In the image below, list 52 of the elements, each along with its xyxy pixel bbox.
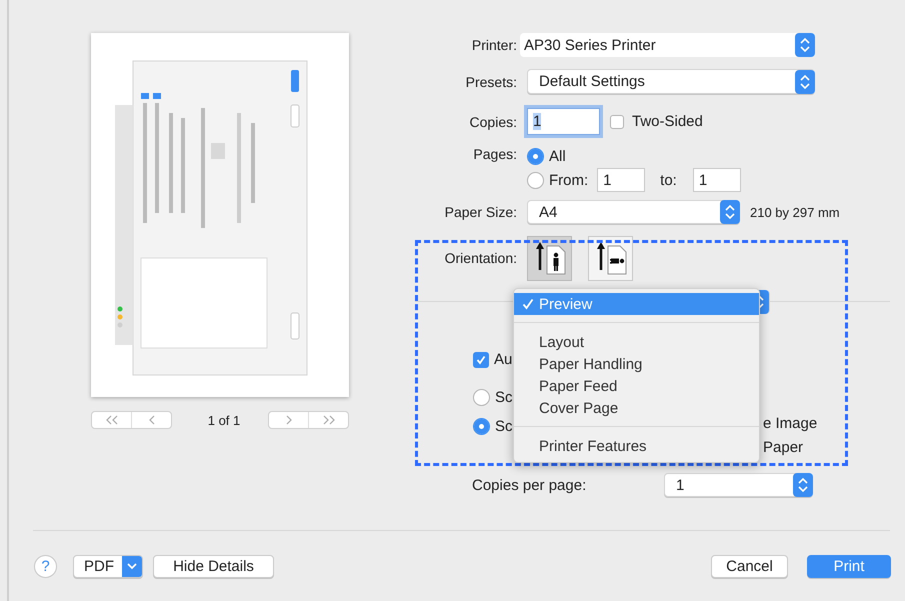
- stepper-arrows-icon: [795, 70, 815, 94]
- stepper-arrows-icon: [795, 33, 815, 57]
- checkmark-icon: [522, 298, 534, 310]
- radio-label: Sc: [495, 418, 513, 435]
- menu-item[interactable]: Layout: [514, 331, 759, 353]
- copies-per-page-popup[interactable]: 1: [664, 473, 813, 497]
- radio-button[interactable]: [527, 148, 544, 164]
- field-label: Pages:: [472, 146, 517, 162]
- checkbox-label: Two-Sided: [632, 113, 703, 130]
- menu-item[interactable]: Printer Features: [514, 435, 759, 457]
- field-label: Paper Size:: [444, 204, 517, 220]
- to-page-field[interactable]: 1: [692, 168, 741, 192]
- page-nav-control[interactable]: [91, 411, 172, 429]
- paper-dimensions: 210 by 297 mm: [750, 204, 840, 220]
- orientation-button[interactable]: [527, 236, 572, 280]
- page-nav-control[interactable]: [268, 411, 349, 429]
- checkbox-label: Au: [494, 351, 512, 368]
- stepper-arrows-icon: [793, 473, 813, 497]
- pdf-menu-button[interactable]: PDF: [73, 554, 143, 578]
- field-label: Presets:: [464, 74, 517, 90]
- cancel-button[interactable]: Cancel: [711, 554, 788, 578]
- from-page-field[interactable]: 1: [597, 168, 646, 192]
- chevron-down-icon: [122, 556, 142, 576]
- menu-item[interactable]: Paper Feed: [514, 375, 759, 397]
- checkbox[interactable]: [473, 352, 489, 368]
- menu-item[interactable]: Cover Page: [514, 397, 759, 419]
- field-label: to:: [660, 172, 677, 188]
- option-label: e Image: [763, 415, 818, 432]
- radio-label: Sc: [495, 389, 513, 406]
- radio-button[interactable]: [473, 418, 490, 435]
- presets-popup[interactable]: Default Settings: [527, 69, 815, 94]
- field-label: Printer:: [470, 37, 517, 53]
- field-label: Copies per page:: [472, 476, 588, 494]
- paper-size-popup[interactable]: A4: [527, 200, 740, 224]
- radio-button[interactable]: [473, 389, 490, 406]
- copies-field[interactable]: 1: [527, 108, 600, 135]
- printer-popup[interactable]: AP30 Series Printer: [520, 33, 815, 57]
- radio-label: All: [549, 148, 566, 164]
- double-chevron-right-icon: [322, 415, 336, 425]
- checkmark-icon: [476, 354, 486, 364]
- radio-label: From:: [549, 172, 588, 188]
- field-label: Orientation:: [444, 250, 517, 266]
- page-count: 1 of 1: [208, 412, 240, 428]
- menu-item[interactable]: Paper Handling: [514, 353, 759, 375]
- radio-button[interactable]: [527, 172, 544, 188]
- hide-details-button[interactable]: Hide Details: [153, 554, 274, 578]
- double-chevron-left-icon: [104, 415, 118, 425]
- stepper-arrows-icon: [720, 200, 740, 224]
- checkbox[interactable]: [610, 114, 624, 128]
- orientation-button[interactable]: [588, 236, 633, 280]
- option-label: Paper: [763, 439, 804, 456]
- field-label: Copies:: [468, 114, 517, 130]
